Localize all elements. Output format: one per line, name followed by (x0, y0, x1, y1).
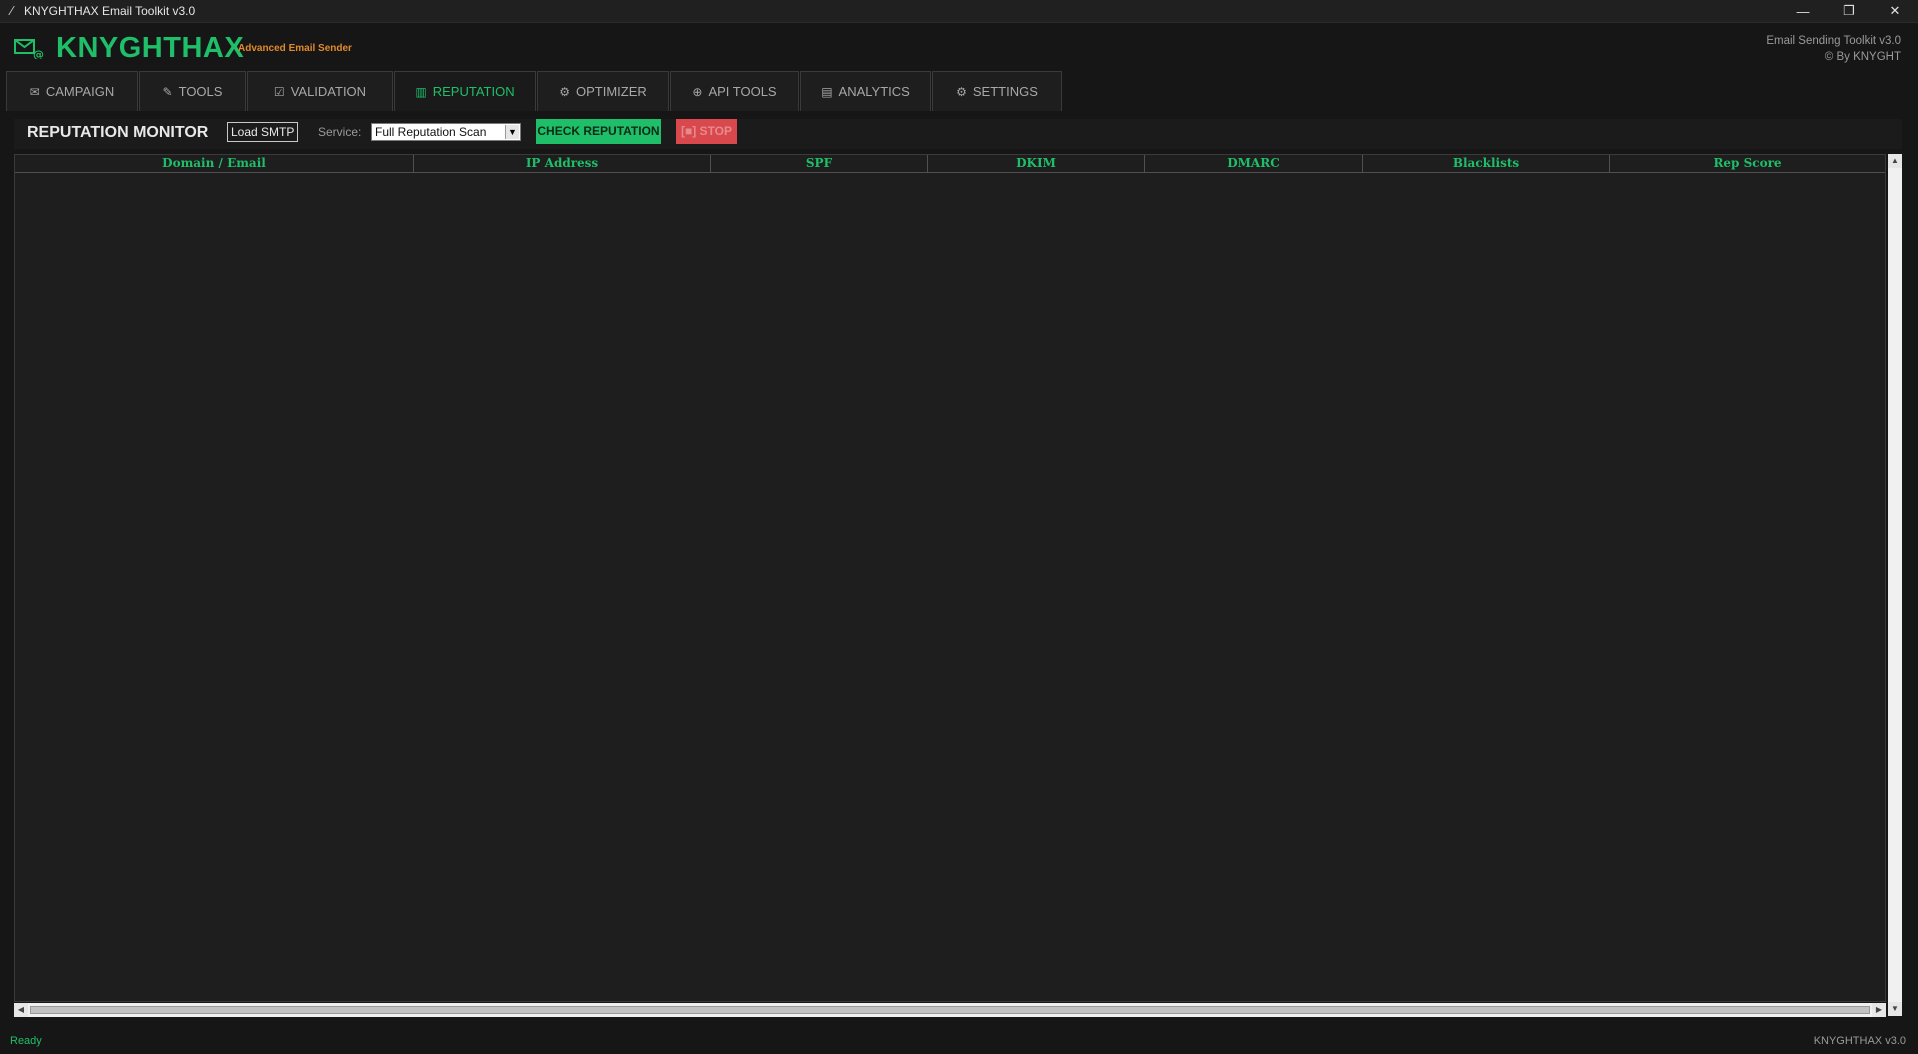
tab-label: ANALYTICS (838, 84, 910, 99)
service-select[interactable]: Full Reputation Scan ▼ (371, 123, 521, 141)
column-header-dmarc[interactable]: DMARC (1145, 155, 1363, 172)
tab-label: OPTIMIZER (575, 84, 647, 99)
header-info: Email Sending Toolkit v3.0 © By KNYGHT (1766, 33, 1901, 65)
version-text: KNYGHTHAX v3.0 (1813, 1035, 1906, 1047)
checkbox-icon: ☑ (273, 84, 285, 99)
tab-tools[interactable]: ✎ TOOLS (139, 71, 246, 111)
tab-reputation[interactable]: ▥ REPUTATION (394, 71, 536, 111)
load-smtp-button[interactable]: Load SMTP (227, 122, 299, 142)
tab-settings[interactable]: ⚙ SETTINGS (932, 71, 1062, 111)
app-tagline: Advanced Email Sender (238, 43, 352, 54)
vertical-scrollbar[interactable]: ▲ ▼ (1888, 154, 1902, 1016)
maximize-button[interactable]: ❐ (1826, 0, 1872, 22)
app-brand: KNYGHTHAX (56, 32, 245, 64)
header-info-line2: © By KNYGHT (1824, 51, 1901, 63)
status-text: Ready (10, 1035, 42, 1047)
scroll-right-icon[interactable]: ▶ (1872, 1003, 1886, 1017)
gear-icon: ⚙ (956, 84, 967, 99)
app-header: @ KNYGHTHAX Advanced Email Sender Email … (0, 23, 1918, 71)
column-header-spf[interactable]: SPF (711, 155, 928, 172)
app-icon: ⁄ (10, 3, 14, 18)
tab-validation[interactable]: ☑ VALIDATION (247, 71, 393, 111)
tab-optimizer[interactable]: ⚙ OPTIMIZER (537, 71, 669, 111)
tab-label: REPUTATION (432, 84, 515, 99)
table-header: Domain / Email IP Address SPF DKIM DMARC… (15, 155, 1885, 173)
scroll-up-icon[interactable]: ▲ (1888, 154, 1902, 168)
tab-bar: ✉ CAMPAIGN ✎ TOOLS ☑ VALIDATION ▥ REPUTA… (0, 71, 1918, 111)
tab-label: TOOLS (178, 84, 223, 99)
tab-label: CAMPAIGN (45, 84, 115, 99)
svg-text:@: @ (33, 48, 44, 59)
chevron-down-icon[interactable]: ▼ (505, 125, 519, 139)
tab-label: API TOOLS (708, 84, 777, 99)
column-header-domain[interactable]: Domain / Email (15, 155, 414, 172)
mail-at-icon: @ (14, 39, 44, 59)
column-header-ip[interactable]: IP Address (414, 155, 711, 172)
stop-button[interactable]: [■] STOP (676, 119, 737, 144)
column-header-blacklists[interactable]: Blacklists (1363, 155, 1610, 172)
bar-chart-icon: ▥ (415, 84, 427, 99)
minimize-button[interactable]: — (1780, 0, 1826, 22)
window-controls: — ❐ ✕ (1780, 0, 1918, 22)
tab-label: SETTINGS (972, 84, 1038, 99)
scroll-down-icon[interactable]: ▼ (1888, 1002, 1902, 1016)
tab-analytics[interactable]: ▤ ANALYTICS (800, 71, 931, 111)
campaign-icon: ✉ (29, 84, 40, 99)
tab-api-tools[interactable]: ⊕ API TOOLS (670, 71, 799, 111)
window-title-bar: ⁄ KNYGHTHAX Email Toolkit v3.0 — ❐ ✕ (0, 0, 1918, 23)
scroll-left-icon[interactable]: ◀ (14, 1003, 28, 1017)
window-title: KNYGHTHAX Email Toolkit v3.0 (24, 4, 196, 18)
reputation-toolbar: REPUTATION MONITOR Load SMTP Service: Fu… (14, 119, 1902, 149)
close-button[interactable]: ✕ (1872, 0, 1918, 22)
check-reputation-button[interactable]: CHECK REPUTATION (536, 119, 661, 144)
horizontal-scrollbar[interactable]: ◀ ▶ (14, 1003, 1886, 1017)
scrollbar-thumb[interactable] (30, 1006, 1870, 1014)
reputation-table[interactable]: Domain / Email IP Address SPF DKIM DMARC… (14, 154, 1886, 1002)
optimizer-icon: ⚙ (559, 84, 570, 99)
wrench-icon: ✎ (162, 84, 173, 99)
service-label: Service: (318, 125, 362, 139)
column-header-dkim[interactable]: DKIM (928, 155, 1145, 172)
tab-label: VALIDATION (290, 84, 367, 99)
globe-icon: ⊕ (692, 84, 703, 99)
tab-campaign[interactable]: ✉ CAMPAIGN (6, 71, 138, 111)
header-info-line1: Email Sending Toolkit v3.0 (1766, 35, 1901, 47)
column-header-rep-score[interactable]: Rep Score (1610, 155, 1885, 172)
section-title: REPUTATION MONITOR (27, 124, 209, 141)
status-bar: Ready KNYGHTHAX v3.0 (0, 1030, 1918, 1054)
chart-icon: ▤ (821, 84, 833, 99)
service-select-value: Full Reputation Scan (375, 125, 487, 139)
